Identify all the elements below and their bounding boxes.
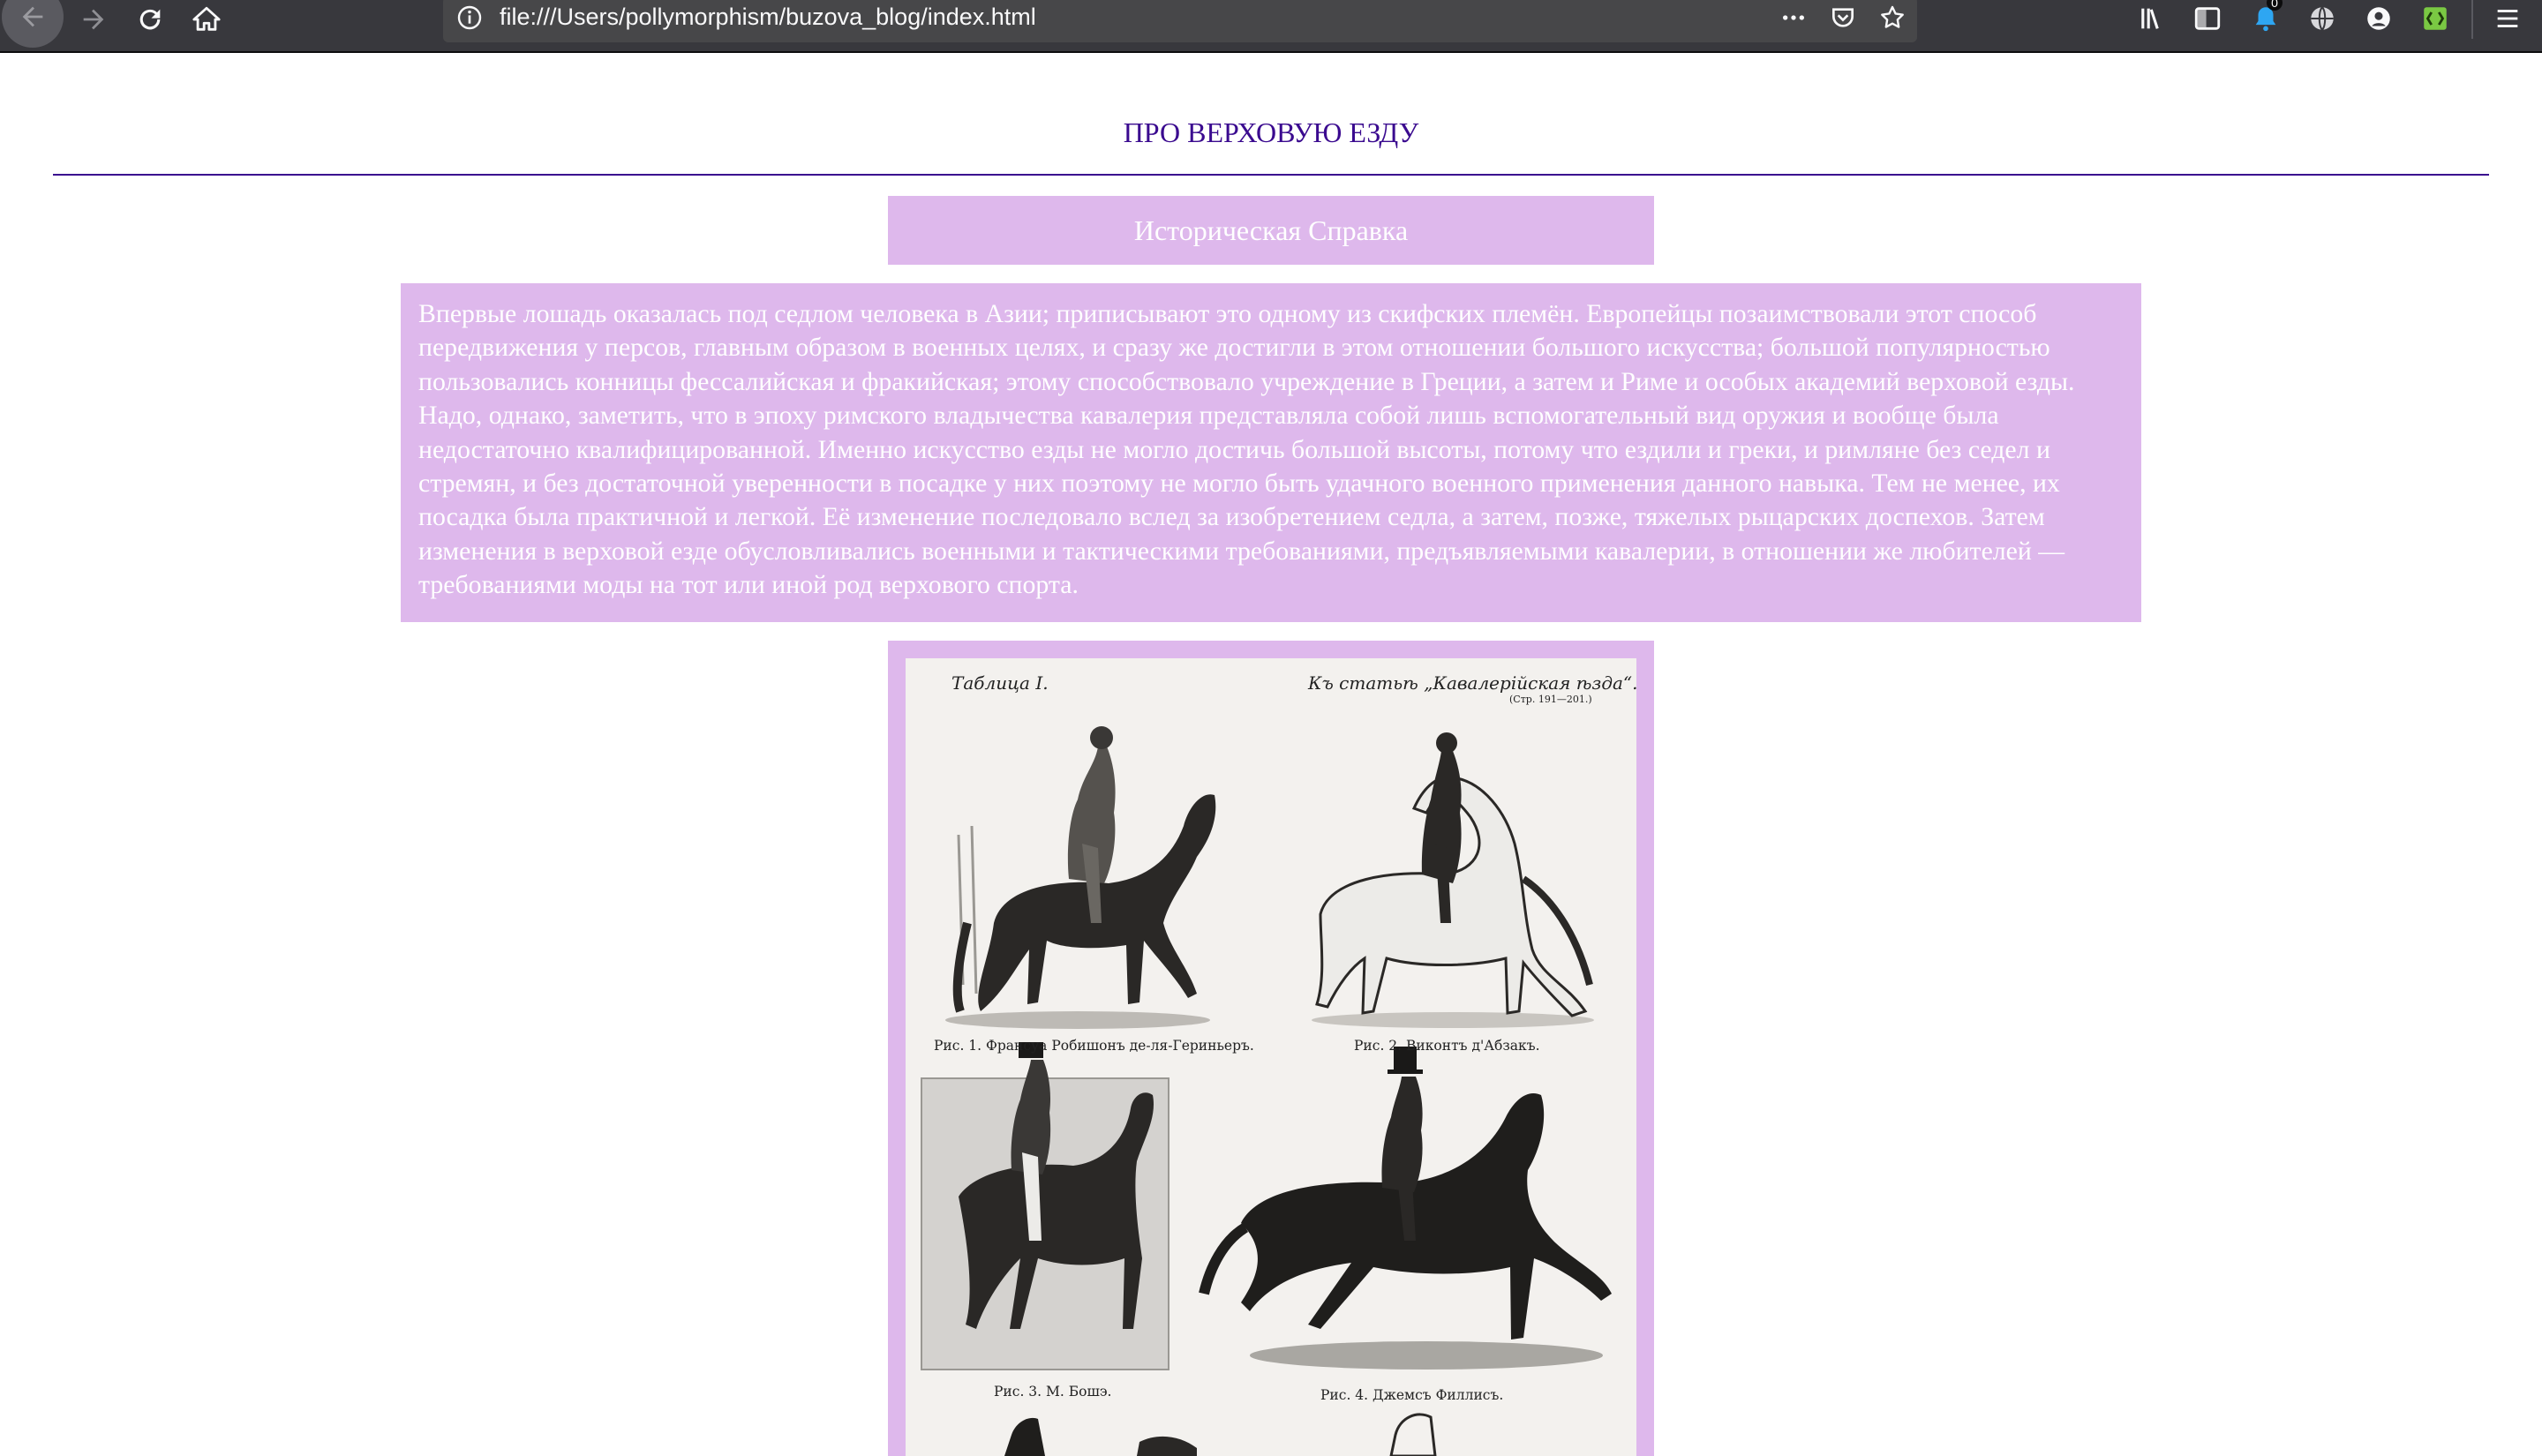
url-text[interactable]: file:///Users/pollymorphism/buzova_blog/… [500,0,1036,37]
globe-icon[interactable] [2300,0,2344,39]
caption-figure-3: Рис. 3. М. Бошэ. [994,1384,1112,1400]
horse-rider-illustrations [921,726,1612,1456]
caption-figure-4: Рис. 4. Джемсъ Филлисъ. [1320,1387,1504,1403]
reload-button[interactable] [124,0,177,39]
figure-2-engraving [1312,732,1594,1028]
section-heading: Историческая Справка [888,196,1654,265]
back-button[interactable] [2,0,64,48]
home-icon [192,6,221,31]
more-dots-icon[interactable] [1774,0,1813,35]
info-icon[interactable] [454,2,485,34]
toolbar-separator [2471,0,2473,39]
figure-1-engraving [945,726,1216,1029]
browser-toolbar: file:///Users/pollymorphism/buzova_blog/… [0,0,2542,53]
library-icon[interactable] [2131,0,2175,39]
figure-5-partial-engraving [1004,1413,1437,1456]
pocket-icon[interactable] [1824,0,1862,35]
illustration-frame: Таблица I. Къ статьѣ „Кавалерійская ѣзда… [888,641,1654,1456]
article-text: Впервые лошадь оказалась под седлом чело… [401,283,2141,622]
forward-arrow-icon [83,9,104,30]
extension-notify-icon[interactable]: 0 [2244,0,2288,39]
cavalry-plate-image: Таблица I. Къ статьѣ „Кавалерійская ѣзда… [906,658,1636,1456]
star-icon[interactable] [1873,0,1912,35]
forward-button[interactable] [67,0,120,39]
reload-icon [139,9,161,30]
home-button[interactable] [180,0,233,39]
figure-4-engraving [1199,1047,1612,1370]
account-icon[interactable] [2357,0,2401,39]
page-title: ПРО ВЕРХОВУЮ ЕЗДУ [1123,116,1419,148]
back-arrow-icon [22,6,43,27]
sidebar-icon[interactable] [2185,0,2230,39]
figure-3-engraving [921,1042,1169,1370]
extension-green-icon[interactable] [2413,0,2457,39]
caption-figure-1: Рис. 1. Франсуа Робишонъ де-ля-Гериньеръ… [934,1038,1254,1054]
title-divider [53,174,2489,176]
url-bar[interactable]: file:///Users/pollymorphism/buzova_blog/… [443,0,1917,42]
caption-figure-2: Рис. 2. Виконтъ д'Абзакъ. [1354,1038,1540,1054]
hamburger-menu-icon[interactable] [2486,0,2530,39]
